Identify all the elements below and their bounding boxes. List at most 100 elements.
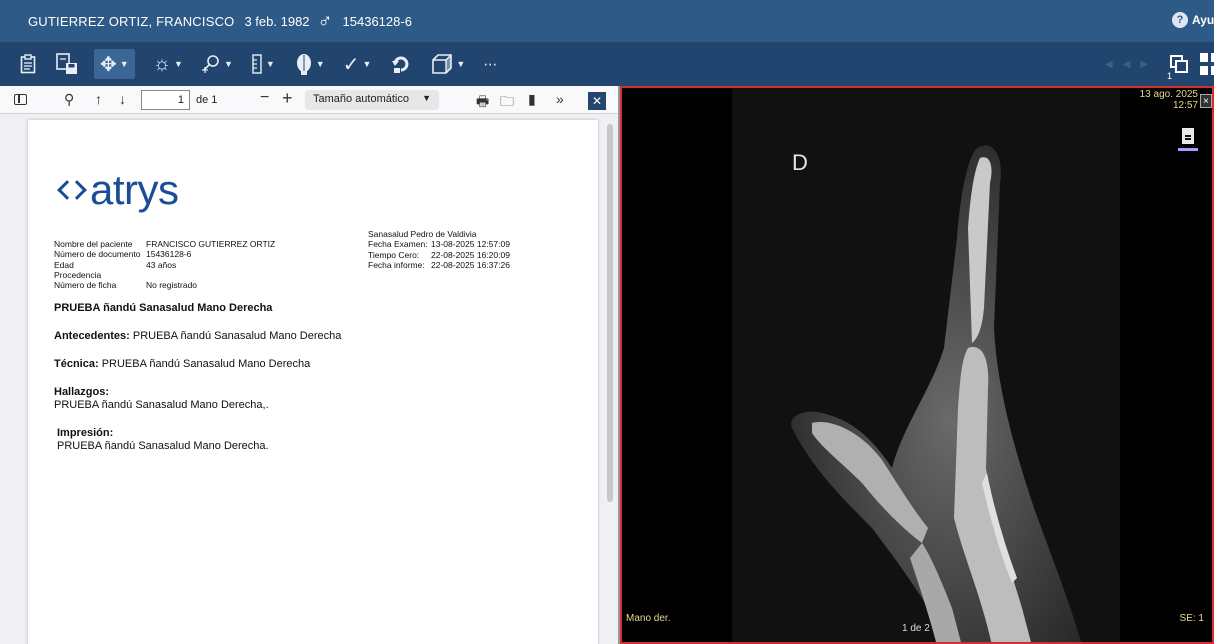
more-icon: ⋯ <box>483 55 498 72</box>
find-icon[interactable]: ⚲ <box>64 91 74 108</box>
save-button[interactable] <box>56 49 78 79</box>
info-row: Tiempo Cero: 22-08-2025 16:20:09 <box>368 250 510 260</box>
info-value: 15436128-6 <box>146 249 192 260</box>
help-button[interactable]: ? Ayud <box>1172 12 1214 28</box>
ruler-tool-button[interactable]: ▼ <box>251 49 275 79</box>
study-time: 12:57 <box>1172 100 1198 111</box>
tools-menu-icon[interactable]: » <box>556 91 564 107</box>
reset-button[interactable] <box>391 49 411 79</box>
save-to-disk-icon <box>56 53 77 74</box>
info-label: Nombre del paciente <box>54 239 133 249</box>
pdf-toolbar: ⚲ ↑ ↓ 1 de 1 − + Tamaño automático ▼ 🖶 🗀 … <box>0 86 618 114</box>
atrys-logo-icon <box>56 175 86 205</box>
report-scrollbar[interactable] <box>605 122 615 642</box>
report-document-glyph <box>1182 128 1194 144</box>
sidebar-toggle-icon[interactable] <box>14 94 27 105</box>
window-stack-icon-front <box>1175 60 1188 73</box>
clipboard-icon <box>20 54 36 74</box>
info-value: No registrado <box>146 280 198 291</box>
save-icon[interactable]: 🗀 <box>500 91 514 115</box>
patient-name: GUTIERREZ ORTIZ, FRANCISCO <box>28 13 235 29</box>
impresion-label: Impresión: <box>57 427 114 439</box>
antecedentes-text: PRUEBA ñandú Sanasalud Mano Derecha <box>129 330 342 342</box>
info-label: Número de documento <box>54 249 141 260</box>
hallazgos-section: Hallazgos: PRUEBA ñandú Sanasalud Mano De… <box>54 386 574 412</box>
exam-fields: Fecha Examen: 13-08-2025 12:57:09 Tiempo C… <box>368 239 510 270</box>
reset-icon <box>392 56 409 73</box>
toolbar-right: ◀◀▶ 1 <box>1105 42 1214 86</box>
clinic-name: Sanasalud Pedro de Valdivia <box>368 229 477 239</box>
brightness-tool-button[interactable]: ☼ ▼ <box>153 49 183 79</box>
impresion-text: PRUEBA ñandú Sanasalud Mano Derecha. <box>57 440 269 452</box>
more-tools-button[interactable]: ⋯ <box>483 49 497 79</box>
validate-tool-button[interactable]: ✓ ▼ <box>343 49 372 79</box>
image-viewport[interactable]: D 13 ago. 2025 12:57 × Mano der. 1 de 2 … <box>620 86 1214 644</box>
report-document-underline <box>1178 148 1198 151</box>
logo-wordmark: atrys <box>90 166 179 213</box>
info-row: Fecha informe: 22-08-2025 16:37:26 <box>368 260 510 270</box>
info-value: 43 años <box>146 259 177 270</box>
brightness-icon: ☼ <box>152 52 172 75</box>
atrys-logo: atrys <box>56 166 179 214</box>
patient-header: GUTIERREZ ORTIZ, FRANCISCO 3 feb. 1982 ♂… <box>0 0 1214 42</box>
zoom-tool-button[interactable]: ▼ <box>201 49 233 79</box>
chevron-down-icon[interactable]: ▼ <box>174 59 183 69</box>
pan-tool-button[interactable]: ✥ ▼ <box>94 49 135 79</box>
previous-page-icon[interactable]: ↑ <box>95 91 102 107</box>
info-value: 22-08-2025 16:20:09 <box>431 249 510 260</box>
chevron-down-icon[interactable]: ▼ <box>362 59 371 69</box>
info-label: Edad <box>54 259 74 270</box>
chevron-down-icon[interactable]: ▼ <box>316 59 325 69</box>
navigation-arrows[interactable]: ◀◀▶ <box>1105 59 1158 70</box>
window-stack-button[interactable]: 1 <box>1167 53 1190 81</box>
checkmark-icon: ✓ <box>342 53 360 76</box>
info-row: Edad 43 años <box>54 260 275 270</box>
antecedentes-section: Antecedentes: PRUEBA ñandú Sanasalud Man… <box>54 330 574 343</box>
info-row: Número de documento 15436128-6 <box>54 249 275 259</box>
info-row: Fecha Examen: 13-08-2025 12:57:09 <box>368 239 510 249</box>
report-document-icon[interactable] <box>1178 128 1198 154</box>
study-datetime: 13 ago. 2025 12:57 <box>1140 89 1198 111</box>
info-label: Número de ficha <box>54 280 117 291</box>
window-count-badge: 1 <box>1167 71 1173 81</box>
ruler-icon <box>252 54 262 74</box>
info-row: Número de ficha No registrado <box>54 280 275 290</box>
clipboard-button[interactable] <box>20 49 36 79</box>
print-icon[interactable]: 🖶 <box>476 91 489 115</box>
close-report-button[interactable]: ✕ <box>588 92 606 110</box>
xray-image[interactable] <box>732 88 1120 644</box>
anatomy-tool-button[interactable]: ▼ <box>295 49 325 79</box>
anatomy-icon <box>296 54 311 75</box>
cube-3d-icon <box>432 54 453 74</box>
pan-tool-icon: ✥ <box>100 53 117 76</box>
chevron-down-icon: ▼ <box>422 93 431 103</box>
zoom-tool-icon <box>201 55 219 73</box>
next-page-icon[interactable]: ↓ <box>119 91 126 107</box>
chevron-down-icon[interactable]: ▼ <box>266 59 275 69</box>
close-viewport-button[interactable]: × <box>1200 94 1212 108</box>
info-value: 13-08-2025 12:57:09 <box>431 239 510 250</box>
layout-grid-button[interactable] <box>1200 53 1214 75</box>
zoom-out-icon[interactable]: − <box>260 89 269 107</box>
document-id: 15436128-6 <box>342 13 412 29</box>
info-label: Fecha informe: <box>368 259 425 270</box>
bookmark-icon[interactable]: ▮ <box>528 91 536 108</box>
male-sex-icon: ♂ <box>317 10 333 32</box>
scrollbar-thumb[interactable] <box>607 124 613 502</box>
page-number-input[interactable]: 1 <box>141 90 190 110</box>
report-body: PRUEBA ñandú Sanasalud Mano Derecha Ante… <box>54 302 574 468</box>
study-date: 13 ago. 2025 <box>1139 89 1198 100</box>
zoom-select[interactable]: Tamaño automático ▼ <box>305 90 439 110</box>
page-count: de 1 <box>196 94 218 106</box>
info-row: Nombre del paciente FRANCISCO GUTIERREZ O… <box>54 239 275 249</box>
tecnica-label: Técnica: <box>54 358 99 370</box>
help-icon: ? <box>1172 12 1188 28</box>
3d-tool-button[interactable]: ▼ <box>431 49 465 79</box>
chevron-down-icon[interactable]: ▼ <box>120 59 129 69</box>
tecnica-text: PRUEBA ñandú Sanasalud Mano Derecha <box>98 358 311 370</box>
main-toolbar: ✥ ▼ ☼ ▼ ▼ ▼ ▼ ✓ ▼ ▼ ⋯ ◀◀▶ 1 <box>0 42 1214 86</box>
report-page: atrys Nombre del paciente FRANCISCO GUTIE… <box>28 120 598 644</box>
chevron-down-icon[interactable]: ▼ <box>224 59 233 69</box>
zoom-in-icon[interactable]: + <box>282 88 293 109</box>
chevron-down-icon[interactable]: ▼ <box>456 59 465 69</box>
